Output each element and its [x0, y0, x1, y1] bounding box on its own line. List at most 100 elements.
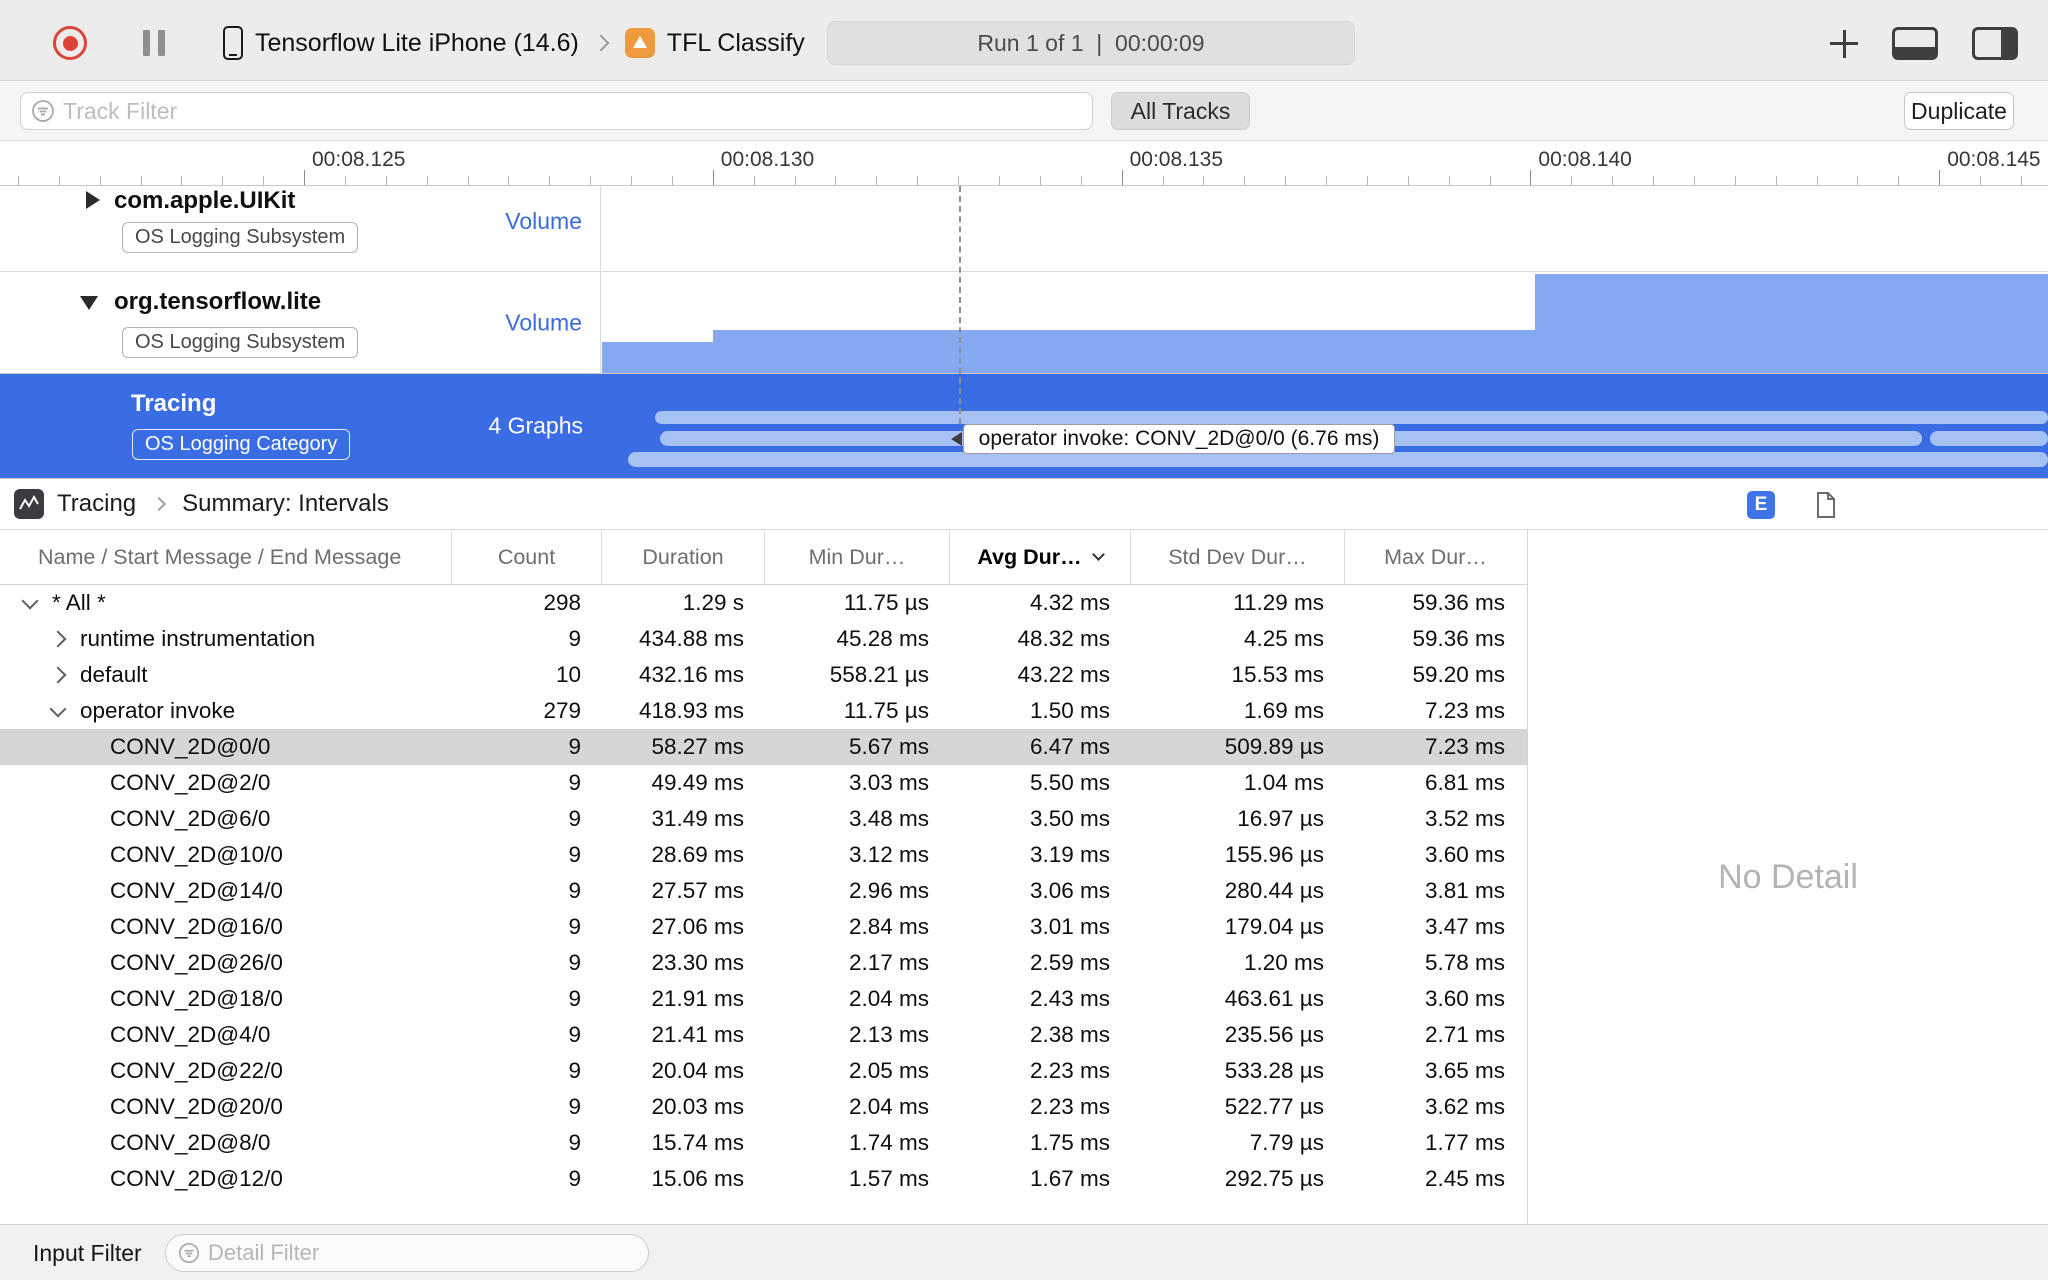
- device-name[interactable]: Tensorflow Lite iPhone (14.6): [255, 29, 579, 58]
- row-name: CONV_2D@16/0: [110, 914, 283, 939]
- ruler-tick: [508, 176, 510, 185]
- table-row[interactable]: CONV_2D@22/0 9 20.04 ms 2.05 ms 2.23 ms 533.2…: [0, 1053, 1527, 1089]
- cell-max: 1.77 ms: [1424, 1130, 1505, 1155]
- cell-std_dev: 16.97 µs: [1237, 806, 1324, 831]
- row-name: CONV_2D@14/0: [110, 878, 283, 903]
- table-row[interactable]: CONV_2D@14/0 9 27.57 ms 2.96 ms 3.06 ms 280.4…: [0, 873, 1527, 909]
- cell-max: 3.60 ms: [1424, 842, 1505, 867]
- interval-bar[interactable]: [1930, 431, 2048, 446]
- table-row[interactable]: CONV_2D@18/0 9 21.91 ms 2.04 ms 2.43 ms 463.6…: [0, 981, 1527, 1017]
- track-tensorflow[interactable]: org.tensorflow.lite OS Logging Subsystem…: [0, 272, 2048, 374]
- column-header-stddev[interactable]: Std Dev Dur…: [1131, 530, 1345, 584]
- expanded-detail-button[interactable]: E: [1747, 491, 1775, 519]
- volume-area-segment: [602, 342, 713, 373]
- cell-duration: 21.91 ms: [651, 986, 744, 1011]
- filter-icon: [179, 1243, 199, 1263]
- process-name[interactable]: TFL Classify: [667, 29, 805, 58]
- ruler-tick: [1489, 176, 1491, 185]
- toggle-right-panel-button[interactable]: [1972, 27, 2018, 60]
- track-filter-input[interactable]: [63, 97, 1092, 125]
- disclosure-right-icon[interactable]: [86, 191, 100, 209]
- disclosure-down-icon[interactable]: [80, 296, 98, 310]
- track-plot[interactable]: [602, 186, 2048, 271]
- table-row[interactable]: CONV_2D@8/0 9 15.74 ms 1.74 ms 1.75 ms 7.79 µ…: [0, 1125, 1527, 1161]
- ruler-tick: [99, 176, 101, 185]
- table-row[interactable]: CONV_2D@12/0 9 15.06 ms 1.57 ms 1.67 ms 292.7…: [0, 1161, 1527, 1197]
- track-header[interactable]: com.apple.UIKit OS Logging Subsystem Vol…: [0, 186, 601, 271]
- interval-bar[interactable]: [628, 452, 2048, 467]
- cell-duration: 20.04 ms: [651, 1058, 744, 1083]
- tooltip-text: operator invoke: CONV_2D@0/0 (6.76 ms): [978, 427, 1380, 450]
- table-row[interactable]: CONV_2D@16/0 9 27.06 ms 2.84 ms 3.01 ms 179.0…: [0, 909, 1527, 945]
- table-row[interactable]: CONV_2D@4/0 9 21.41 ms 2.13 ms 2.38 ms 235.56…: [0, 1017, 1527, 1053]
- table-row[interactable]: CONV_2D@2/0 9 49.49 ms 3.03 ms 5.50 ms 1.04 m…: [0, 765, 1527, 801]
- table-row[interactable]: CONV_2D@10/0 9 28.69 ms 3.12 ms 3.19 ms 155.9…: [0, 837, 1527, 873]
- ruler-tick: [835, 176, 837, 185]
- timeline-ruler[interactable]: 00:08.125 00:08.130 00:08.135 00:08.140 00:0…: [0, 141, 2048, 186]
- toggle-bottom-panel-button[interactable]: [1892, 27, 1938, 60]
- table-row[interactable]: CONV_2D@20/0 9 20.03 ms 2.04 ms 2.23 ms 522.7…: [0, 1089, 1527, 1125]
- column-header-count[interactable]: Count: [452, 530, 602, 584]
- cell-count: 9: [568, 806, 581, 831]
- cell-count: 9: [568, 842, 581, 867]
- track-badge: OS Logging Subsystem: [122, 222, 359, 253]
- chevron-right-icon[interactable]: [49, 630, 67, 648]
- breadcrumb-item[interactable]: Tracing: [57, 490, 136, 518]
- row-name: * All *: [52, 590, 106, 615]
- cell-std_dev: 1.20 ms: [1243, 950, 1324, 975]
- cell-name: runtime instrumentation: [0, 626, 452, 652]
- table-row[interactable]: CONV_2D@26/0 9 23.30 ms 2.17 ms 2.59 ms 1.20 …: [0, 945, 1527, 981]
- table-row[interactable]: * All * 298 1.29 s 11.75 µs 4.32 ms 11.29 ms 5…: [0, 585, 1527, 621]
- cell-count: 9: [568, 1058, 581, 1083]
- cell-max: 59.20 ms: [1412, 662, 1505, 687]
- track-header[interactable]: org.tensorflow.lite OS Logging Subsystem…: [0, 272, 601, 373]
- column-header-max[interactable]: Max Dur…: [1345, 530, 1526, 584]
- column-header-name[interactable]: Name / Start Message / End Message: [0, 530, 452, 584]
- cell-min: 3.48 ms: [848, 806, 929, 831]
- detail-filter-field[interactable]: [165, 1234, 649, 1272]
- cell-duration: 418.93 ms: [638, 698, 744, 723]
- cell-duration: 434.88 ms: [638, 626, 744, 651]
- chevron-down-icon[interactable]: [21, 592, 39, 609]
- interval-bar[interactable]: [655, 411, 2048, 424]
- ruler-tick: [671, 176, 673, 185]
- row-name: default: [80, 662, 148, 687]
- column-header-min[interactable]: Min Dur…: [765, 530, 950, 584]
- table-row[interactable]: CONV_2D@6/0 9 31.49 ms 3.48 ms 3.50 ms 16.97 …: [0, 801, 1527, 837]
- playhead-line[interactable]: [959, 186, 961, 424]
- chevron-down-icon[interactable]: [49, 700, 67, 717]
- cell-avg: 4.32 ms: [1029, 590, 1110, 615]
- pause-button[interactable]: [143, 30, 165, 56]
- chevron-right-icon[interactable]: [49, 666, 67, 684]
- ruler-tick: [1734, 176, 1736, 185]
- record-button[interactable]: [53, 26, 87, 60]
- table-row[interactable]: CONV_2D@0/0 9 58.27 ms 5.67 ms 6.47 ms 509.89…: [0, 729, 1527, 765]
- duplicate-button[interactable]: Duplicate: [1904, 92, 2014, 130]
- add-instrument-button[interactable]: [1830, 29, 1858, 58]
- track-plot[interactable]: [602, 272, 2048, 373]
- table-row[interactable]: default 10 432.16 ms 558.21 µs 43.22 ms 15.53…: [0, 657, 1527, 693]
- all-tracks-button[interactable]: All Tracks: [1111, 92, 1250, 130]
- detail-filter-input[interactable]: [208, 1240, 648, 1266]
- cell-min: 2.05 ms: [848, 1058, 929, 1083]
- column-header-duration[interactable]: Duration: [602, 530, 765, 584]
- ruler-tick: [590, 176, 592, 185]
- row-name: runtime instrumentation: [80, 626, 316, 651]
- breadcrumb-item[interactable]: Summary: Intervals: [182, 490, 389, 518]
- track-uikit[interactable]: com.apple.UIKit OS Logging Subsystem Vol…: [0, 186, 2048, 272]
- table-row[interactable]: runtime instrumentation 9 434.88 ms 45.28 m…: [0, 621, 1527, 657]
- ruler-tick: [876, 176, 878, 185]
- cell-name: default: [0, 662, 452, 688]
- cell-max: 3.47 ms: [1424, 914, 1505, 939]
- cell-count: 9: [568, 1022, 581, 1047]
- ruler-tick: [958, 176, 960, 185]
- table-row[interactable]: operator invoke 279 418.93 ms 11.75 µs 1.50 …: [0, 693, 1527, 729]
- cell-name: operator invoke: [0, 698, 452, 724]
- cell-name: CONV_2D@6/0: [0, 806, 452, 832]
- track-header[interactable]: Tracing OS Logging Category 4 Graphs: [0, 374, 601, 478]
- cell-min: 5.67 ms: [848, 734, 929, 759]
- table-header: Name / Start Message / End Message Count…: [0, 530, 1527, 585]
- document-icon[interactable]: [1810, 490, 1840, 525]
- track-filter-field[interactable]: [20, 92, 1093, 130]
- column-header-avg[interactable]: Avg Dur…: [950, 530, 1131, 584]
